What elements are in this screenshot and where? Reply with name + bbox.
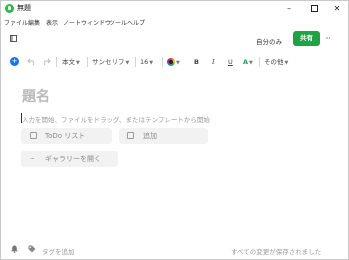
window-title: 無題 — [17, 4, 31, 12]
undo-icon[interactable] — [27, 57, 37, 66]
tag-icon — [28, 245, 36, 253]
font-size-label: 16 — [140, 58, 149, 66]
toolbar-divider — [259, 57, 260, 67]
note-title-input[interactable]: 題名 — [22, 86, 50, 106]
toolbar-divider — [162, 57, 163, 67]
chevron-down-icon: ▼ — [125, 60, 130, 66]
chevron-down-icon: ▼ — [149, 60, 154, 66]
share-button[interactable]: 共有 — [293, 31, 320, 46]
paragraph-style-dropdown[interactable]: 本文▼ — [62, 53, 80, 71]
menu-view[interactable]: 表示 — [46, 18, 58, 27]
menu-help[interactable]: ヘルプ — [127, 18, 145, 27]
font-size-dropdown[interactable]: 16▼ — [140, 53, 153, 71]
sharing-scope-label[interactable]: 自分のみ — [256, 36, 282, 46]
highlight-dropdown[interactable]: A▼ — [243, 53, 253, 71]
toolbar-divider — [56, 57, 57, 67]
todo-list-button[interactable]: ToDo リスト — [21, 128, 112, 144]
menu-tools[interactable]: ツール — [109, 18, 127, 27]
ellipsis-icon: ··· — [30, 155, 35, 163]
menu-bar: ファイル 編集 表示 ノート ウィンドウ ツール ヘルプ — [1, 16, 348, 28]
minimize-icon[interactable]: – — [277, 1, 301, 16]
app-window: 無題 – ✕ ファイル 編集 表示 ノート ウィンドウ ツール ヘルプ 自分のみ… — [0, 0, 349, 260]
font-family-label: サンセリフ — [92, 58, 125, 66]
checkbox-icon — [30, 132, 37, 139]
menu-note[interactable]: ノート — [63, 18, 81, 27]
font-family-dropdown[interactable]: サンセリフ▼ — [92, 53, 129, 71]
chevron-down-icon: ▼ — [284, 60, 289, 66]
note-body-input[interactable]: 入力を開始、ファイルをドラッグ、またはテンプレートから開始 — [22, 114, 210, 124]
open-gallery-button[interactable]: ··· ギャラリーを開く — [21, 151, 118, 167]
redo-icon[interactable] — [41, 57, 51, 66]
more-formatting-label: その他 — [264, 58, 284, 66]
underline-button[interactable]: U — [228, 53, 233, 71]
highlight-label: A — [243, 58, 249, 66]
todo-list-label: ToDo リスト — [45, 132, 86, 140]
text-color-dropdown[interactable]: ▼ — [167, 53, 180, 71]
menu-file[interactable]: ファイル — [4, 18, 28, 27]
save-status-text: すべての変更が保存されました — [231, 248, 322, 256]
add-tag-input[interactable]: タグを追加 — [42, 246, 75, 256]
reminder-bell-icon[interactable] — [11, 245, 18, 253]
color-wheel-icon — [167, 58, 175, 66]
menu-window[interactable]: ウィンドウ — [81, 18, 111, 27]
bold-button[interactable]: B — [194, 53, 199, 71]
menu-edit[interactable]: 編集 — [28, 18, 40, 27]
paragraph-style-label: 本文 — [62, 58, 75, 66]
insert-plus-icon[interactable]: + — [10, 57, 19, 66]
toolbar-divider — [135, 57, 136, 67]
title-bar: 無題 – ✕ — [1, 1, 348, 16]
chevron-down-icon: ▼ — [176, 60, 180, 66]
more-options-button[interactable]: ··· — [325, 34, 331, 43]
add-button[interactable]: 追加 — [119, 128, 208, 144]
attachment-icon — [127, 132, 134, 139]
notebook-icon[interactable] — [10, 35, 17, 42]
chevron-down-icon: ▼ — [249, 60, 253, 66]
chevron-down-icon: ▼ — [76, 60, 80, 66]
add-label: 追加 — [143, 132, 157, 140]
open-gallery-label: ギャラリーを開く — [45, 155, 101, 163]
toolbar-divider — [87, 57, 88, 67]
close-icon[interactable]: ✕ — [325, 1, 349, 16]
more-formatting-dropdown[interactable]: その他▼ — [264, 53, 288, 71]
italic-button[interactable]: I — [212, 53, 215, 71]
evernote-app-icon — [5, 4, 14, 13]
maximize-icon[interactable] — [302, 1, 326, 16]
